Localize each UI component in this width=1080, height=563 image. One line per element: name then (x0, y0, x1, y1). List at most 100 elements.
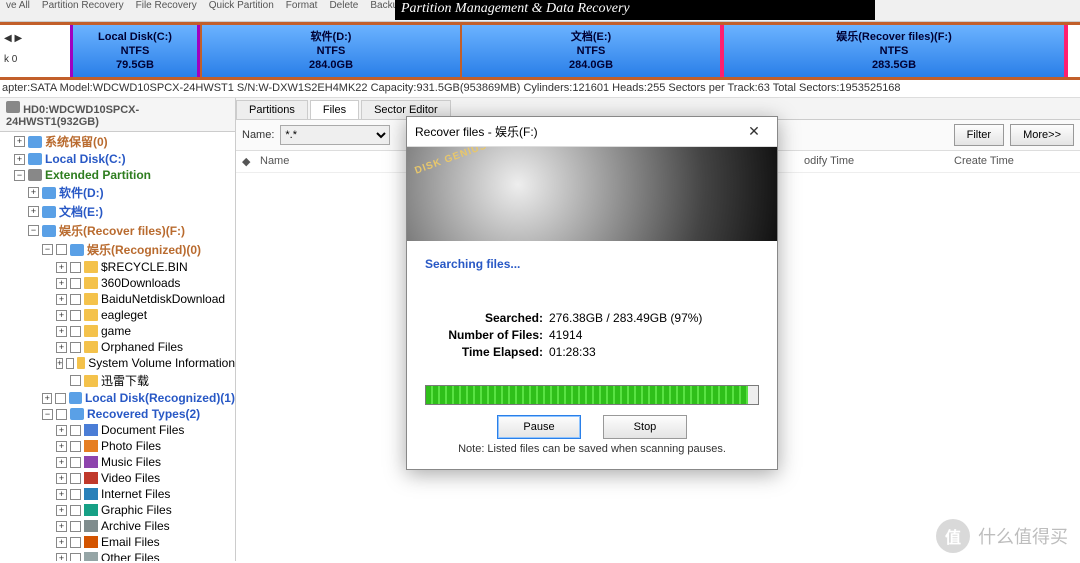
checkbox[interactable] (70, 375, 81, 386)
filter-button[interactable]: Filter (954, 124, 1004, 146)
expander-icon[interactable]: + (14, 154, 25, 165)
tree-d[interactable]: +软件(D:) (0, 183, 235, 202)
expander-icon[interactable]: + (56, 489, 67, 500)
checkbox[interactable] (70, 537, 81, 548)
pause-button[interactable]: Pause (497, 415, 581, 439)
stop-button[interactable]: Stop (603, 415, 687, 439)
partition-c[interactable]: Local Disk(C:) NTFS 79.5GB (70, 25, 200, 77)
expander-icon[interactable]: + (56, 553, 67, 562)
tree-type[interactable]: +Document Files (0, 422, 235, 438)
tree-folder[interactable]: +eagleget (0, 307, 235, 323)
tb-format[interactable]: Format (280, 0, 324, 11)
checkbox[interactable] (66, 358, 73, 369)
tree-recognized[interactable]: −娱乐(Recognized)(0) (0, 240, 235, 259)
checkbox[interactable] (70, 425, 81, 436)
col-create[interactable]: Create Time (954, 155, 1074, 168)
tree-folder[interactable]: +360Downloads (0, 275, 235, 291)
tree-folder[interactable]: 迅雷下载 (0, 371, 235, 390)
expander-icon[interactable]: + (56, 425, 67, 436)
stats-block: Searched:276.38GB / 283.49GB (97%) Numbe… (425, 311, 759, 359)
expander-icon[interactable]: + (14, 136, 25, 147)
tree-folder[interactable]: +BaiduNetdiskDownload (0, 291, 235, 307)
tree-label: $RECYCLE.BIN (101, 260, 188, 274)
expander-icon[interactable]: + (28, 187, 39, 198)
expander-icon[interactable]: + (56, 342, 67, 353)
expander-icon[interactable]: − (14, 170, 25, 181)
checkbox[interactable] (70, 505, 81, 516)
tree-folder[interactable]: +game (0, 323, 235, 339)
checkbox[interactable] (70, 473, 81, 484)
tb-saveall[interactable]: ve All (0, 0, 36, 11)
tree-type[interactable]: +Graphic Files (0, 502, 235, 518)
expander-icon[interactable]: + (56, 278, 67, 289)
expander-icon[interactable]: + (42, 393, 52, 404)
checkbox[interactable] (70, 294, 81, 305)
dialog-titlebar[interactable]: Recover files - 娱乐(F:) ✕ (407, 117, 777, 147)
nav-arrows[interactable]: ◀ ▶ (4, 33, 66, 44)
tab-partitions[interactable]: Partitions (236, 100, 308, 119)
expander-icon[interactable]: + (56, 262, 67, 273)
tree-rectypes[interactable]: −Recovered Types(2) (0, 406, 235, 422)
tree-ext[interactable]: −Extended Partition (0, 167, 235, 183)
tree-type[interactable]: +Other Files (0, 550, 235, 561)
part-name: 娱乐(Recover files)(F:) (836, 30, 952, 44)
tree-localc[interactable]: +Local Disk(C:) (0, 151, 235, 167)
partition-tree[interactable]: HD0:WDCWD10SPCX-24HWST1(932GB) +系统保留(0) … (0, 98, 236, 561)
expander-icon[interactable]: + (56, 521, 67, 532)
expander-icon[interactable]: + (56, 473, 67, 484)
expander-icon[interactable]: + (56, 294, 67, 305)
expander-icon[interactable]: + (56, 358, 63, 369)
checkbox[interactable] (70, 326, 81, 337)
progress-fill (426, 386, 748, 404)
partition-e[interactable]: 文档(E:) NTFS 284.0GB (460, 25, 720, 77)
tb-filerec[interactable]: File Recovery (130, 0, 203, 11)
checkbox[interactable] (56, 409, 67, 420)
expander-icon[interactable]: + (56, 457, 67, 468)
checkbox[interactable] (70, 342, 81, 353)
tree-type[interactable]: +Email Files (0, 534, 235, 550)
folder-icon (84, 261, 98, 273)
checkbox[interactable] (70, 489, 81, 500)
expander-icon[interactable]: − (28, 225, 39, 236)
checkbox[interactable] (55, 393, 65, 404)
tree-sysres[interactable]: +系统保留(0) (0, 132, 235, 151)
tb-quick[interactable]: Quick Partition (203, 0, 280, 11)
expander-icon[interactable]: + (56, 326, 67, 337)
expander-icon[interactable]: + (56, 537, 67, 548)
checkbox[interactable] (70, 278, 81, 289)
tree-f[interactable]: −娱乐(Recover files)(F:) (0, 221, 235, 240)
tree-type[interactable]: +Photo Files (0, 438, 235, 454)
tree-type[interactable]: +Music Files (0, 454, 235, 470)
expander-icon[interactable]: − (42, 244, 53, 255)
checkbox[interactable] (70, 553, 81, 562)
tree-type[interactable]: +Internet Files (0, 486, 235, 502)
tree-folder[interactable]: +System Volume Information (0, 355, 235, 371)
expander-icon[interactable]: + (56, 310, 67, 321)
tree-type[interactable]: +Video Files (0, 470, 235, 486)
checkbox[interactable] (70, 262, 81, 273)
checkbox[interactable] (70, 457, 81, 468)
tree-folder[interactable]: +Orphaned Files (0, 339, 235, 355)
checkbox[interactable] (56, 244, 67, 255)
name-pattern-select[interactable]: *.* (280, 125, 390, 145)
checkbox[interactable] (70, 441, 81, 452)
checkbox[interactable] (70, 521, 81, 532)
tree-folder[interactable]: + $RECYCLE.BIN (0, 259, 235, 275)
partition-f[interactable]: 娱乐(Recover files)(F:) NTFS 283.5GB (720, 25, 1068, 77)
checkbox[interactable] (70, 310, 81, 321)
tree-localrec[interactable]: +Local Disk(Recognized)(1) (0, 390, 235, 406)
close-icon[interactable]: ✕ (739, 123, 769, 140)
tb-partrec[interactable]: Partition Recovery (36, 0, 130, 11)
col-modify[interactable]: odify Time (804, 155, 954, 168)
expander-icon[interactable]: − (42, 409, 53, 420)
partition-d[interactable]: 软件(D:) NTFS 284.0GB (200, 25, 460, 77)
tab-files[interactable]: Files (310, 100, 359, 119)
tb-delete[interactable]: Delete (323, 0, 364, 11)
expander-icon[interactable]: + (28, 206, 39, 217)
tree-e[interactable]: +文档(E:) (0, 202, 235, 221)
expander-icon[interactable]: + (56, 441, 67, 452)
tree-type[interactable]: +Archive Files (0, 518, 235, 534)
more-button[interactable]: More>> (1010, 124, 1074, 146)
expander-icon[interactable]: + (56, 505, 67, 516)
part-name: Local Disk(C:) (98, 30, 172, 44)
